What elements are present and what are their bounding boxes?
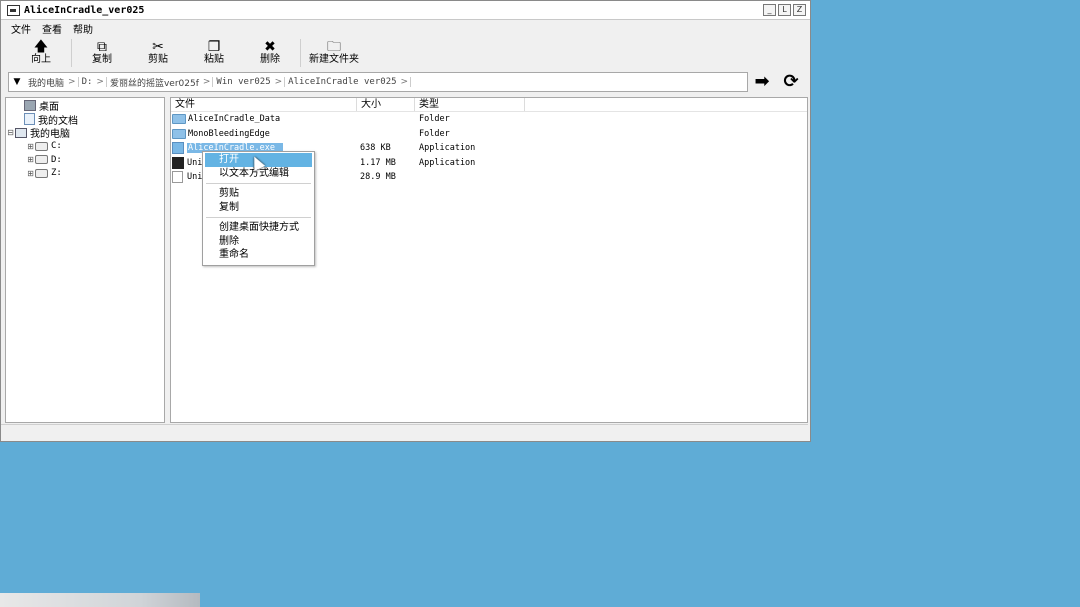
file-name: MonoBleedingEdge — [188, 128, 270, 139]
file-type: Folder — [419, 128, 450, 139]
desktop-icon — [24, 100, 36, 112]
tree-label: 我的电脑 — [30, 129, 70, 141]
new-folder-button[interactable]: 🗀 新建文件夹 — [303, 37, 365, 66]
new-folder-label: 新建文件夹 — [309, 54, 359, 65]
minimize-button[interactable]: _ — [763, 4, 776, 16]
paste-icon: ❐ — [207, 38, 221, 55]
copy-button[interactable]: ⧉ 复制 — [74, 37, 130, 66]
tree-item-desktop[interactable]: 桌面 — [6, 99, 164, 113]
chevron-right-icon[interactable]: > — [400, 77, 412, 87]
breadcrumb-drive-d[interactable]: D: — [79, 77, 96, 87]
tree-item-my-computer[interactable]: ⊟ 我的电脑 — [6, 126, 164, 140]
window-app-icon — [7, 4, 20, 16]
file-list-header: 文件 大小 类型 — [171, 98, 807, 112]
tree-label: D: — [51, 154, 62, 165]
computer-icon — [15, 127, 27, 138]
column-header-name[interactable]: 文件 — [171, 98, 357, 111]
breadcrumb-current-folder[interactable]: AliceInCradle ver025 — [285, 77, 399, 87]
status-bar — [1, 424, 808, 439]
folder-icon — [172, 128, 186, 139]
file-name: Uni — [187, 157, 203, 168]
copy-icon: ⧉ — [97, 38, 107, 55]
arrow-up-icon: 🡅 — [33, 38, 49, 55]
menu-help[interactable]: 帮助 — [73, 21, 93, 36]
chevron-right-icon[interactable]: > — [95, 77, 107, 87]
tree-item-documents[interactable]: 我的文档 — [6, 113, 164, 127]
address-bar[interactable]: ▼ 我的电脑 > D: > 爱丽丝的摇篮ver025f > Win ver025… — [8, 72, 748, 92]
address-history-dropdown-icon[interactable]: ▼ — [9, 77, 25, 87]
menu-divider — [206, 217, 311, 218]
file-size: 1.17 MB — [360, 157, 396, 168]
documents-icon — [24, 113, 35, 126]
chevron-right-icon[interactable]: > — [67, 77, 79, 87]
folder-icon — [172, 114, 186, 125]
expand-icon[interactable]: ⊞ — [26, 155, 35, 164]
tree-item-drive-d[interactable]: ⊞ D: — [6, 153, 164, 167]
drive-icon — [35, 155, 48, 165]
expand-icon[interactable]: ⊞ — [26, 169, 35, 178]
breadcrumb-game-folder[interactable]: 爱丽丝的摇篮ver025f — [107, 76, 202, 89]
folder-tree: 桌面 我的文档 ⊟ 我的电脑 ⊞ C: ⊞ D: ⊞ Z: — [5, 97, 165, 423]
title-bar: AliceInCradle_ver025 _ L Z — [1, 1, 810, 20]
scissors-icon: ✂ — [152, 38, 164, 55]
refresh-icon[interactable]: ⟳ — [780, 72, 802, 92]
delete-x-icon: ✖ — [264, 38, 276, 55]
application-icon — [172, 142, 184, 155]
copy-label: 复制 — [92, 54, 112, 65]
file-type: Folder — [419, 114, 450, 125]
file-row[interactable]: MonoBleedingEdge Folder — [171, 127, 807, 142]
tree-item-drive-z[interactable]: ⊞ Z: — [6, 167, 164, 181]
file-name: Uni — [187, 172, 203, 183]
menu-file[interactable]: 文件 — [11, 21, 31, 36]
column-header-type[interactable]: 类型 — [415, 98, 525, 111]
ctx-copy[interactable]: 复制 — [203, 201, 314, 215]
ctx-delete[interactable]: 删除 — [203, 235, 314, 249]
file-type: Application — [419, 157, 476, 168]
breadcrumb-my-computer[interactable]: 我的电脑 — [25, 76, 67, 89]
window-title: AliceInCradle_ver025 — [24, 4, 145, 16]
cut-label: 剪贴 — [148, 54, 168, 65]
chevron-right-icon[interactable]: > — [274, 77, 286, 87]
file-size: 28.9 MB — [360, 172, 396, 183]
tree-label: Z: — [51, 168, 62, 179]
column-header-size[interactable]: 大小 — [357, 98, 415, 111]
drive-icon — [35, 141, 48, 151]
menu-divider — [206, 183, 311, 184]
tree-label: C: — [51, 141, 62, 152]
new-folder-icon: 🗀 — [327, 38, 341, 55]
go-arrow-icon[interactable]: ➡ — [752, 72, 772, 92]
ctx-cut[interactable]: 剪贴 — [203, 187, 314, 201]
file-type: Application — [419, 143, 476, 154]
maximize-button[interactable]: L — [778, 4, 791, 16]
delete-label: 删除 — [260, 54, 280, 65]
ctx-rename[interactable]: 重命名 — [203, 248, 314, 262]
menu-bar: 文件 查看 帮助 — [1, 20, 810, 37]
paste-label: 粘贴 — [204, 54, 224, 65]
file-icon — [172, 171, 183, 184]
file-name: AliceInCradle_Data — [188, 114, 281, 125]
file-row[interactable]: AliceInCradle_Data Folder — [171, 112, 807, 127]
paste-button[interactable]: ❐ 粘贴 — [186, 37, 242, 66]
up-button[interactable]: 🡅 向上 — [13, 37, 69, 66]
breadcrumb-win-folder[interactable]: Win ver025 — [213, 77, 273, 87]
toolbar: 🡅 向上 ⧉ 复制 ✂ 剪贴 ❐ 粘贴 ✖ 删除 🗀 新建文件夹 — [1, 37, 810, 69]
ctx-create-shortcut[interactable]: 创建桌面快捷方式 — [203, 221, 314, 235]
close-button[interactable]: Z — [793, 4, 806, 16]
file-size: 638 KB — [360, 143, 391, 154]
drive-icon — [35, 168, 48, 178]
toolbar-divider — [300, 39, 301, 67]
taskbar-fragment — [0, 593, 200, 607]
collapse-icon[interactable]: ⊟ — [6, 128, 15, 137]
cut-button[interactable]: ✂ 剪贴 — [130, 37, 186, 66]
toolbar-divider — [71, 39, 72, 67]
expand-icon[interactable]: ⊞ — [26, 142, 35, 151]
chevron-right-icon[interactable]: > — [202, 77, 214, 87]
menu-view[interactable]: 查看 — [42, 21, 62, 36]
delete-button[interactable]: ✖ 删除 — [242, 37, 298, 66]
tree-item-drive-c[interactable]: ⊞ C: — [6, 140, 164, 154]
up-label: 向上 — [31, 54, 51, 65]
unity-icon — [172, 156, 184, 169]
